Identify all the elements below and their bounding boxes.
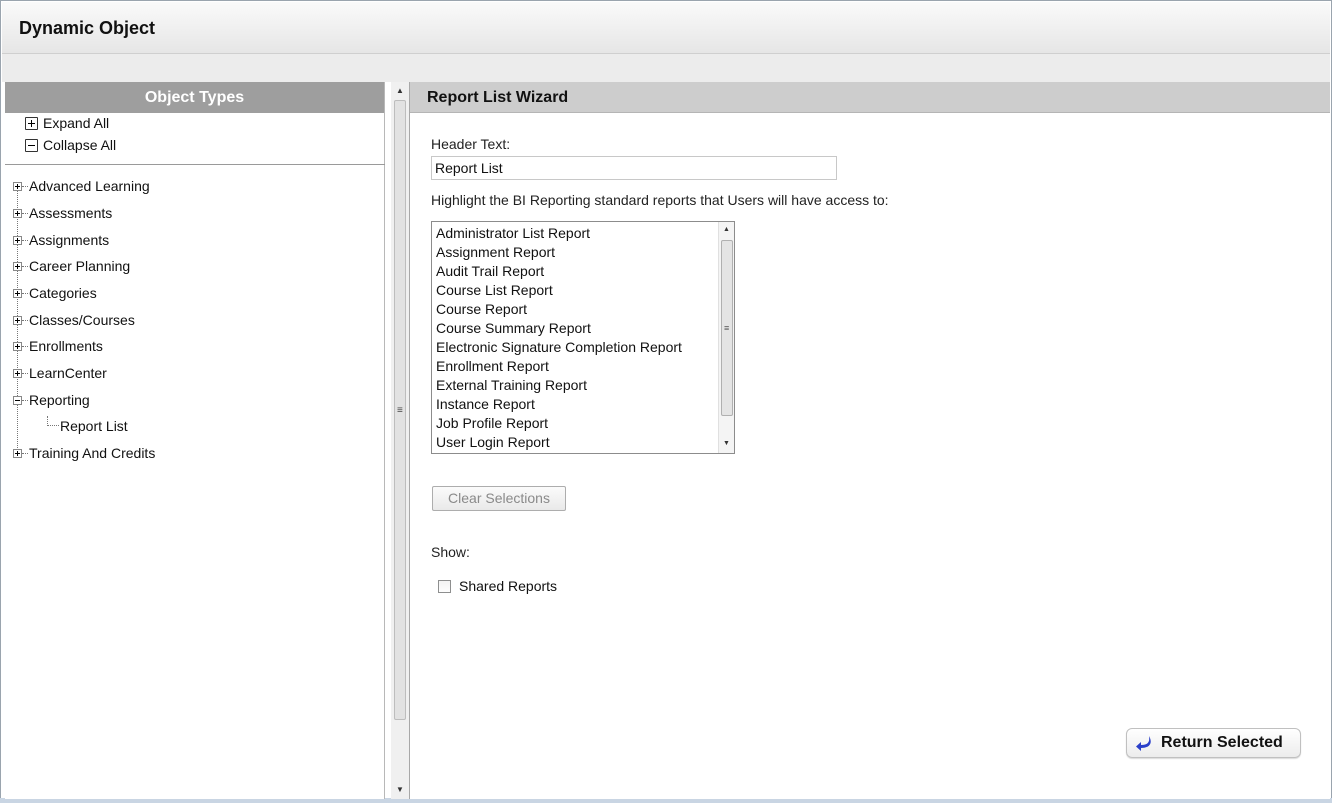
scroll-up-icon[interactable]: ▲ xyxy=(396,86,404,95)
minus-box-icon[interactable] xyxy=(25,138,38,152)
tree-item-label[interactable]: Categories xyxy=(29,285,97,301)
expand-node-icon[interactable] xyxy=(13,181,22,191)
report-option[interactable]: User Login Report xyxy=(436,433,682,452)
tree-item-label[interactable]: Classes/Courses xyxy=(29,312,135,328)
tree-item-report-list[interactable]: Report List xyxy=(47,416,128,436)
collapse-all-label[interactable]: Collapse All xyxy=(43,137,116,153)
tree-item-label[interactable]: Assignments xyxy=(29,232,109,248)
report-list-wizard-panel: Report List Wizard Header Text: Highligh… xyxy=(409,82,1330,799)
listbox-scrollbar-thumb[interactable]: ≡ xyxy=(721,240,733,416)
reports-listbox[interactable]: Administrator List Report Assignment Rep… xyxy=(431,221,735,454)
expand-node-icon[interactable] xyxy=(13,315,22,325)
expand-node-icon[interactable] xyxy=(13,235,22,245)
scroll-up-icon[interactable]: ▲ xyxy=(723,226,730,233)
report-option[interactable]: Audit Trail Report xyxy=(436,262,682,281)
report-option[interactable]: Instance Report xyxy=(436,395,682,414)
tree-item-assignments[interactable]: Assignments xyxy=(13,230,109,250)
report-option[interactable]: Course Summary Report xyxy=(436,319,682,338)
expand-node-icon[interactable] xyxy=(13,288,22,298)
tree-item-label[interactable]: Report List xyxy=(60,418,128,434)
expand-node-icon[interactable] xyxy=(13,341,22,351)
tree-item-learncenter[interactable]: LearnCenter xyxy=(13,363,107,383)
tree-item-enrollments[interactable]: Enrollments xyxy=(13,336,103,356)
tree-item-label[interactable]: LearnCenter xyxy=(29,365,107,381)
wizard-header: Report List Wizard xyxy=(410,82,1330,113)
tree-item-label[interactable]: Assessments xyxy=(29,205,112,221)
return-selected-label[interactable]: Return Selected xyxy=(1161,734,1283,752)
expand-node-icon[interactable] xyxy=(13,448,22,458)
divider xyxy=(5,164,385,165)
expand-all-label[interactable]: Expand All xyxy=(43,115,109,131)
grip-icon: ≡ xyxy=(724,323,730,333)
scroll-down-icon[interactable]: ▼ xyxy=(723,440,730,447)
tree-item-training-and-credits[interactable]: Training And Credits xyxy=(13,443,155,463)
tree-item-reporting[interactable]: Reporting xyxy=(13,390,90,410)
report-option[interactable]: Course List Report xyxy=(436,281,682,300)
title-bar: Dynamic Object xyxy=(2,2,1330,54)
instructions-text: Highlight the BI Reporting standard repo… xyxy=(431,192,889,208)
header-text-input[interactable] xyxy=(431,156,837,180)
object-types-panel: Object Types Expand All Collapse All Adv… xyxy=(5,82,385,799)
return-selected-button[interactable]: Return Selected xyxy=(1126,728,1301,758)
tree-item-categories[interactable]: Categories xyxy=(13,283,97,303)
clear-selections-button[interactable]: Clear Selections xyxy=(432,486,566,511)
expand-node-icon[interactable] xyxy=(13,208,22,218)
tree-item-label[interactable]: Reporting xyxy=(29,392,90,408)
grip-icon: ≡ xyxy=(397,405,403,416)
shared-reports-checkbox[interactable] xyxy=(438,579,451,593)
panel-splitter[interactable]: ▲ ≡ ▼ xyxy=(391,82,409,799)
dynamic-object-window: Dynamic Object Object Types Expand All C… xyxy=(0,0,1332,799)
report-option[interactable]: Enrollment Report xyxy=(436,357,682,376)
object-types-header: Object Types xyxy=(5,82,384,113)
report-option[interactable]: External Training Report xyxy=(436,376,682,395)
listbox-scrollbar[interactable]: ▲ ≡ ▼ xyxy=(718,222,734,453)
plus-box-icon[interactable] xyxy=(25,116,38,130)
tree-item-label[interactable]: Enrollments xyxy=(29,338,103,354)
collapse-node-icon[interactable] xyxy=(13,395,22,405)
shared-reports-option[interactable]: Shared Reports xyxy=(438,578,557,594)
report-option[interactable]: Assignment Report xyxy=(436,243,682,262)
tree-item-label[interactable]: Career Planning xyxy=(29,258,130,274)
show-label: Show: xyxy=(431,544,470,560)
expand-node-icon[interactable] xyxy=(13,368,22,378)
tree-item-assessments[interactable]: Assessments xyxy=(13,203,112,223)
tree-item-career-planning[interactable]: Career Planning xyxy=(13,256,130,276)
report-option[interactable]: Electronic Signature Completion Report xyxy=(436,338,682,357)
return-arrow-icon xyxy=(1136,736,1151,751)
scroll-down-icon[interactable]: ▼ xyxy=(396,785,404,794)
window-title: Dynamic Object xyxy=(19,18,156,38)
tree-elbow xyxy=(47,416,59,426)
tree-item-label[interactable]: Advanced Learning xyxy=(29,178,150,194)
report-option[interactable]: Course Report xyxy=(436,300,682,319)
tree-item-classes-courses[interactable]: Classes/Courses xyxy=(13,310,135,330)
expand-node-icon[interactable] xyxy=(13,261,22,271)
report-option[interactable]: Administrator List Report xyxy=(436,224,682,243)
expand-all-control[interactable]: Expand All xyxy=(25,113,109,133)
tree-item-advanced-learning[interactable]: Advanced Learning xyxy=(13,176,150,196)
header-text-label: Header Text: xyxy=(431,136,511,152)
tree-item-label[interactable]: Training And Credits xyxy=(29,445,155,461)
report-option[interactable]: Job Profile Report xyxy=(436,414,682,433)
shared-reports-label[interactable]: Shared Reports xyxy=(459,578,557,594)
toolbar-strip xyxy=(2,54,1330,82)
collapse-all-control[interactable]: Collapse All xyxy=(25,135,116,155)
